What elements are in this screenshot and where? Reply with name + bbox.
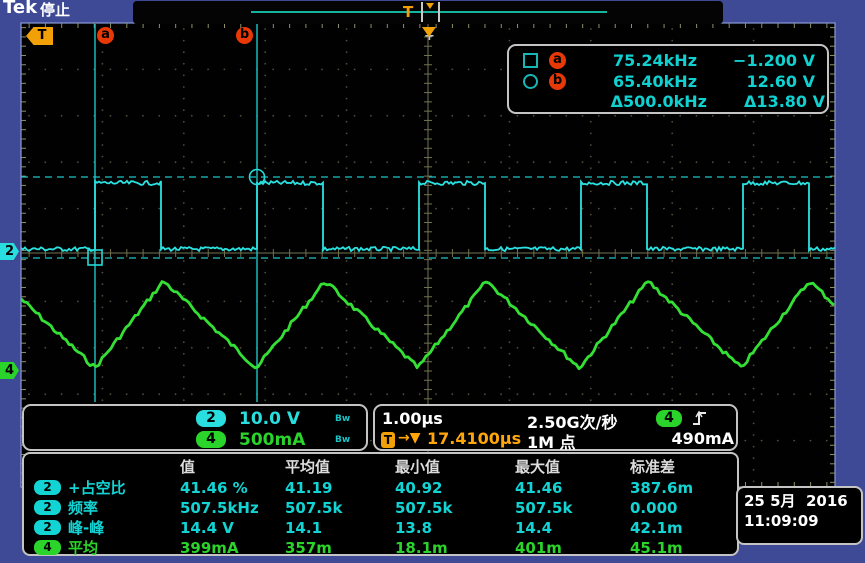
acquisition-status: 停止 [40, 0, 70, 20]
tek-logo: Tek [3, 0, 37, 18]
row-channel-badge: 4 [34, 540, 61, 555]
header-value: 值 [180, 456, 285, 477]
datetime-box: 25 5月 2016 11:09:09 [736, 486, 863, 545]
expansion-point-marker-icon[interactable] [422, 27, 436, 37]
ch2-bandwidth-icon: Bw [335, 414, 350, 424]
row-channel-badge: 2 [34, 480, 61, 495]
cursor-a-square-icon [523, 53, 538, 68]
oscilloscope-screen: { "header": { "brand": "Tek", "status": … [0, 0, 865, 563]
time-label: 11:09:09 [744, 512, 819, 530]
measurement-name: 频率 [68, 497, 180, 518]
cursor-a-level: −1.200 V [697, 51, 815, 70]
record-length: 1M 点 [527, 429, 576, 453]
trigger-position-icon: T [381, 432, 395, 448]
record-trigger-marker: T [403, 3, 413, 21]
ch4-bandwidth-icon: Bw [335, 435, 350, 445]
trigger-level[interactable]: 490mA [658, 429, 734, 448]
trigger-delay[interactable]: 17.4100μs [427, 429, 521, 448]
ch4-badge[interactable]: 4 [196, 431, 226, 448]
header-stddev: 标准差 [630, 456, 735, 477]
cursor-b-badge-small: b [549, 73, 566, 90]
measurement-row-pkpk: 2 峰-峰 14.4 V 14.1 13.8 14.4 42.1m [28, 517, 735, 537]
cursor-delta-level: Δ13.80 V [707, 92, 825, 111]
horizontal-trigger-box: 1.00μs 2.50G次/秒 4 T →▼ 17.4100μs 1M 点 49… [373, 404, 738, 451]
measurement-name: +占空比 [68, 477, 180, 498]
ch4-scale[interactable]: 500mA [239, 430, 305, 450]
ch2-badge[interactable]: 2 [196, 410, 226, 427]
measurement-header-row: 值 平均值 最小值 最大值 标准差 [28, 456, 735, 476]
cursor-a-badge-small: a [549, 52, 566, 69]
rising-edge-icon [691, 409, 709, 427]
cursor-b-circle-icon [523, 74, 538, 89]
trigger-source-badge[interactable]: 4 [656, 410, 682, 427]
expansion-bracket-icon[interactable] [421, 2, 440, 22]
header-max: 最大值 [515, 456, 630, 477]
cursor-b-freq: 65.40kHz [579, 72, 697, 91]
time-scale[interactable]: 1.00μs [382, 409, 443, 428]
header-min: 最小值 [395, 456, 515, 477]
cursor-a-freq: 75.24kHz [579, 51, 697, 70]
measurement-row-duty: 2 +占空比 41.46 % 41.19 40.92 41.46 387.6m [28, 477, 735, 497]
ch2-scale[interactable]: 10.0 V [239, 409, 300, 429]
header-mean: 平均值 [285, 456, 395, 477]
cursor-delta-freq: Δ500.0kHz [589, 92, 707, 111]
measurement-name: 峰-峰 [68, 517, 180, 538]
measurement-row-freq: 2 频率 507.5kHz 507.5k 507.5k 507.5k 0.000 [28, 497, 735, 517]
cursor-b-level: 12.60 V [697, 72, 815, 91]
measurement-name: 平均 [68, 537, 180, 558]
date-label: 25 5月 2016 [744, 490, 848, 511]
delay-arrow-icon: →▼ [398, 430, 421, 446]
cursor-a-badge[interactable]: a [97, 27, 114, 44]
cursor-readout-box: a 75.24kHz −1.200 V b 65.40kHz 12.60 V Δ… [507, 44, 829, 114]
row-channel-badge: 2 [34, 500, 61, 515]
measurement-row-mean: 4 平均 399mA 357m 18.1m 401m 45.1m [28, 537, 735, 557]
cursor-b-badge[interactable]: b [236, 27, 253, 44]
channel-scale-box: 2 10.0 V Bw 4 500mA Bw [22, 404, 368, 451]
row-channel-badge: 2 [34, 520, 61, 535]
record-view-bar[interactable]: T [133, 1, 723, 24]
measurement-table: 值 平均值 最小值 最大值 标准差 2 +占空比 41.46 % 41.19 4… [22, 452, 739, 556]
